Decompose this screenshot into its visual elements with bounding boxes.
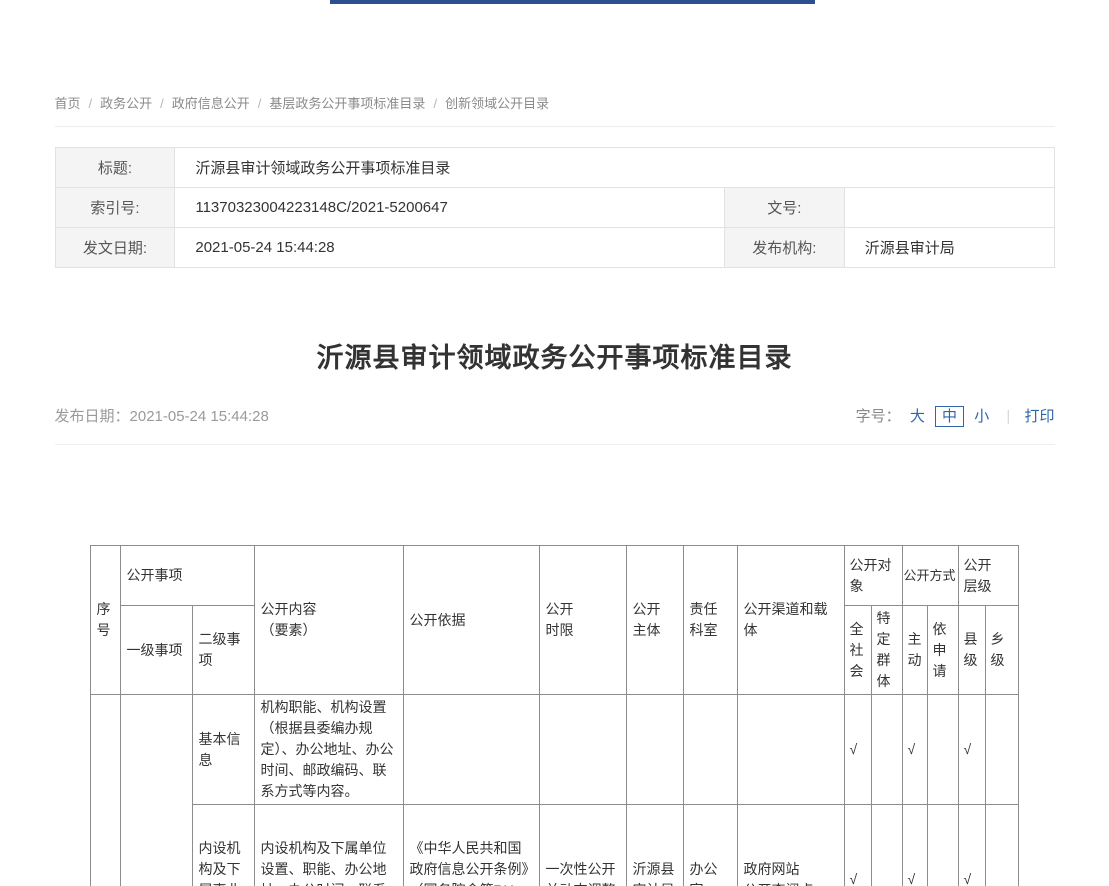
- header-level2: 二级事项: [192, 606, 254, 695]
- cell-basis: [403, 695, 539, 805]
- meta-docnum-label: 文号:: [724, 188, 844, 228]
- breadcrumb-item-open-gov[interactable]: 政务公开: [100, 96, 152, 111]
- cell-channel: 政府网站 公开查阅点: [737, 805, 844, 886]
- breadcrumb-separator: /: [160, 96, 164, 111]
- breadcrumb-separator: /: [433, 96, 437, 111]
- cell-check-level-county: √: [958, 805, 985, 886]
- meta-docnum-value: [844, 188, 1054, 228]
- cell-seq: [90, 695, 120, 886]
- cell-content: 内设机构及下属单位设置、职能、办公地址、办公时间、联系方式、负责人姓名: [254, 805, 403, 886]
- cell-check-level-county: √: [958, 695, 985, 805]
- page-title: 沂源县审计领域政务公开事项标准目录: [55, 336, 1055, 375]
- header-method-request: 依申 请: [927, 606, 958, 695]
- cell-check-audience-all: √: [844, 695, 871, 805]
- cell-basis: 《中华人民共和国政府信息公开条例》（国务院令第711号）: [403, 805, 539, 886]
- header-method-group: 公开方式: [902, 546, 958, 606]
- header-audience-specific: 特 定 群 体: [871, 606, 902, 695]
- meta-index-value: 11370323004223148C/2021-5200647: [175, 188, 725, 228]
- cell-department: [683, 695, 737, 805]
- catalog-row-basic-info: 基本信息 机构职能、机构设置（根据县委编办规定）、办公地址、办公时间、邮政编码、…: [90, 695, 1018, 805]
- header-method-active: 主 动: [902, 606, 927, 695]
- meta-row-date: 发文日期: 2021-05-24 15:44:28 发布机构: 沂源县审计局: [55, 228, 1054, 268]
- cell-check-method-active: √: [902, 695, 927, 805]
- meta-row-index: 索引号: 11370323004223148C/2021-5200647 文号:: [55, 188, 1054, 228]
- header-seq: 序号: [90, 546, 120, 695]
- catalog-table-wrapper: 序号 公开事项 公开内容 （要素） 公开依据 公开 时限 公开 主体 责任科室 …: [55, 545, 1055, 886]
- document-meta-table: 标题: 沂源县审计领域政务公开事项标准目录 索引号: 1137032300422…: [55, 147, 1055, 268]
- meta-pubdate-label: 发文日期:: [55, 228, 175, 268]
- toolbar-divider: |: [1006, 408, 1010, 425]
- font-size-medium-button[interactable]: 中: [935, 406, 964, 427]
- publish-date: 发布日期：2021-05-24 15:44:28: [55, 405, 269, 426]
- header-basis: 公开依据: [403, 546, 539, 695]
- cell-department: 办公室: [683, 805, 737, 886]
- header-department: 责任科室: [683, 546, 737, 695]
- breadcrumb-item-standard-catalog[interactable]: 基层政务公开事项标准目录: [269, 96, 425, 111]
- page-container: 首页 / 政务公开 / 政府信息公开 / 基层政务公开事项标准目录 / 创新领域公开目录 标题:…: [55, 0, 1055, 886]
- header-channel: 公开渠道和载体: [737, 546, 844, 695]
- article-meta-bar: 发布日期：2021-05-24 15:44:28 字号： 大 中 小 | 打印: [55, 405, 1055, 445]
- article-toolbar: 字号： 大 中 小 | 打印: [856, 405, 1055, 426]
- font-size-large-button[interactable]: 大: [910, 408, 925, 425]
- publish-date-value: 2021-05-24 15:44:28: [130, 408, 269, 425]
- cell-content: 机构职能、机构设置（根据县委编办规定）、办公地址、办公时间、邮政编码、联系方式等…: [254, 695, 403, 805]
- cell-subject: 沂源县审计局: [626, 805, 683, 886]
- cell-check-level-township: [985, 695, 1018, 805]
- breadcrumb: 首页 / 政务公开 / 政府信息公开 / 基层政务公开事项标准目录 / 创新领域公开目录: [55, 93, 1055, 127]
- breadcrumb-separator: /: [258, 96, 262, 111]
- font-size-label: 字号：: [856, 408, 901, 425]
- header-level-county: 县 级: [958, 606, 985, 695]
- breadcrumb-item-innovation-catalog[interactable]: 创新领域公开目录: [445, 96, 549, 111]
- header-audience-group: 公开对 象: [844, 546, 902, 606]
- cell-check-level-township: [985, 805, 1018, 886]
- print-button[interactable]: 打印: [1024, 408, 1054, 425]
- meta-org-label: 发布机构:: [724, 228, 844, 268]
- cell-channel: [737, 695, 844, 805]
- breadcrumb-separator: /: [89, 96, 93, 111]
- meta-row-title: 标题: 沂源县审计领域政务公开事项标准目录: [55, 148, 1054, 188]
- publish-date-label: 发布日期：: [55, 408, 130, 425]
- meta-index-label: 索引号:: [55, 188, 175, 228]
- header-audience-all: 全 社 会: [844, 606, 871, 695]
- cell-subject: [626, 695, 683, 805]
- cell-time-limit: 一次性公开并动态调整: [539, 805, 626, 886]
- cell-check-method-active: √: [902, 805, 927, 886]
- cell-check-audience-specific: [871, 695, 902, 805]
- header-item-group: 公开事项: [120, 546, 254, 606]
- header-time-limit: 公开 时限: [539, 546, 626, 695]
- catalog-table: 序号 公开事项 公开内容 （要素） 公开依据 公开 时限 公开 主体 责任科室 …: [90, 545, 1019, 886]
- breadcrumb-item-gov-info[interactable]: 政府信息公开: [172, 96, 250, 111]
- cell-check-method-request: [927, 695, 958, 805]
- cell-level1: [120, 695, 192, 886]
- catalog-header-row-1: 序号 公开事项 公开内容 （要素） 公开依据 公开 时限 公开 主体 责任科室 …: [90, 546, 1018, 606]
- meta-title-value: 沂源县审计领域政务公开事项标准目录: [175, 148, 1054, 188]
- header-level1: 一级事项: [120, 606, 192, 695]
- cell-check-audience-specific: [871, 805, 902, 886]
- meta-org-value: 沂源县审计局: [844, 228, 1054, 268]
- header-content: 公开内容 （要素）: [254, 546, 403, 695]
- header-subject: 公开 主体: [626, 546, 683, 695]
- meta-pubdate-value: 2021-05-24 15:44:28: [175, 228, 725, 268]
- font-size-small-button[interactable]: 小: [974, 408, 989, 425]
- header-level-group: 公开 层级: [958, 546, 1018, 606]
- cell-time-limit: [539, 695, 626, 805]
- cell-check-method-request: [927, 805, 958, 886]
- catalog-row-internal-orgs: 内设机构及下属事业单位 内设机构及下属单位设置、职能、办公地址、办公时间、联系方…: [90, 805, 1018, 886]
- meta-title-label: 标题:: [55, 148, 175, 188]
- header-level-township: 乡 级: [985, 606, 1018, 695]
- cell-check-audience-all: √: [844, 805, 871, 886]
- breadcrumb-item-home[interactable]: 首页: [55, 96, 81, 111]
- cell-level2: 内设机构及下属事业单位: [192, 805, 254, 886]
- cell-level2: 基本信息: [192, 695, 254, 805]
